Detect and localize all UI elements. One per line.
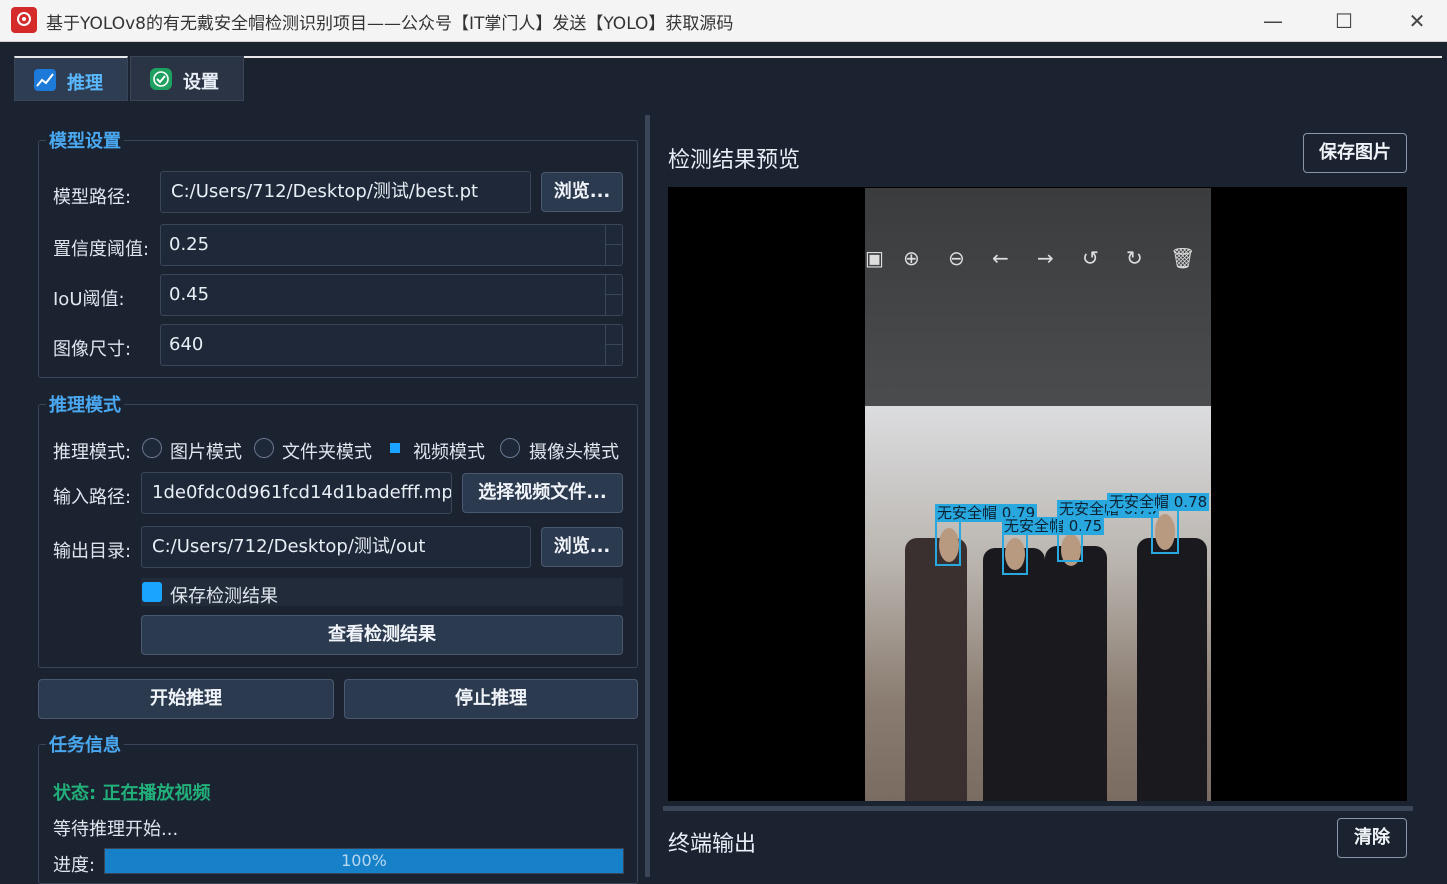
conf-threshold-label: 置信度阈值:: [53, 239, 150, 260]
arrow-right-icon: →: [1037, 246, 1054, 270]
window-title: 基于YOLOv8的有无戴安全帽检测识别项目——公众号【IT掌门人】发送【YOLO…: [46, 14, 734, 34]
radio-camera-mode-label[interactable]: 摄像头模式: [529, 438, 619, 464]
radio-video-mode-label[interactable]: 视频模式: [413, 438, 485, 464]
photo-screen-area: [865, 188, 1211, 406]
radio-image-mode[interactable]: [142, 438, 162, 458]
progress-bar: 100%: [104, 848, 624, 874]
output-browse-button[interactable]: 浏览...: [541, 527, 623, 567]
tab-settings[interactable]: 设置: [130, 56, 244, 101]
zoom-in-icon: ⊕: [903, 246, 920, 270]
fit-icon: ▣: [865, 246, 884, 270]
save-image-button[interactable]: 保存图片: [1303, 133, 1407, 173]
input-path-label: 输入路径:: [53, 487, 132, 508]
title-bar: 基于YOLOv8的有无戴安全帽检测识别项目——公众号【IT掌门人】发送【YOLO…: [0, 0, 1447, 42]
output-dir-field[interactable]: C:/Users/712/Desktop/测试/out: [141, 526, 531, 568]
arrow-left-icon: ←: [992, 246, 1009, 270]
model-browse-button[interactable]: 浏览...: [541, 172, 623, 212]
model-path-label: 模型路径:: [53, 187, 132, 208]
close-icon[interactable]: ✕: [1404, 8, 1430, 34]
output-dir-label: 输出目录:: [53, 541, 132, 562]
detection-image: ▣ ⊕ ⊖ ← → ↺ ↻ 🗑 无安全帽 0.79 无安全帽 0.75 无安全帽…: [865, 188, 1211, 801]
iou-threshold-label: IoU阈值:: [53, 289, 125, 310]
detection-box: [1151, 504, 1179, 554]
task-info-title: 任务信息: [46, 731, 124, 757]
minimize-icon[interactable]: —: [1260, 8, 1286, 34]
image-size-value: 640: [169, 334, 204, 355]
rotate-left-icon: ↺: [1082, 246, 1099, 270]
detection-label: 无安全帽 0.78: [1107, 493, 1210, 511]
status-text: 状态: 正在播放视频: [53, 783, 211, 804]
radio-folder-mode[interactable]: [254, 438, 274, 458]
radio-video-mode[interactable]: [390, 443, 400, 453]
conf-spin-arrows[interactable]: [605, 225, 623, 265]
detection-box: [1057, 518, 1083, 562]
image-size-label: 图像尺寸:: [53, 339, 132, 360]
app-logo-icon: [11, 7, 37, 33]
rotate-right-icon: ↻: [1126, 246, 1143, 270]
model-settings-title: 模型设置: [46, 127, 124, 153]
radio-camera-mode[interactable]: [500, 438, 520, 458]
checkmark-icon: [150, 68, 172, 90]
preview-title: 检测结果预览: [668, 148, 801, 173]
tab-settings-label: 设置: [183, 72, 219, 93]
inference-mode-title: 推理模式: [46, 391, 124, 417]
progress-text: 100%: [341, 851, 387, 870]
conf-threshold-value: 0.25: [169, 234, 210, 255]
status-message: 等待推理开始...: [53, 819, 179, 840]
image-size-spin-arrows[interactable]: [605, 325, 623, 365]
person-figure: [983, 548, 1045, 801]
iou-threshold-value: 0.45: [169, 284, 210, 305]
detection-box: [1002, 533, 1028, 575]
tab-inference-label: 推理: [67, 73, 103, 94]
progress-label: 进度:: [53, 855, 96, 876]
chart-icon: [34, 69, 56, 91]
image-size-spinbox[interactable]: 640: [160, 324, 623, 366]
iou-spin-arrows[interactable]: [605, 275, 623, 315]
zoom-out-icon: ⊖: [948, 246, 965, 270]
trash-icon: 🗑: [1170, 246, 1196, 270]
select-video-button[interactable]: 选择视频文件...: [462, 473, 623, 513]
preview-area: ▣ ⊕ ⊖ ← → ↺ ↻ 🗑 无安全帽 0.79 无安全帽 0.75 无安全帽…: [668, 187, 1407, 801]
preview-terminal-splitter[interactable]: [663, 806, 1413, 811]
view-results-button[interactable]: 查看检测结果: [141, 615, 623, 655]
maximize-icon[interactable]: ☐: [1331, 8, 1357, 34]
start-inference-button[interactable]: 开始推理: [38, 679, 334, 719]
input-path-field[interactable]: 1de0fdc0d961fcd14d1badefff.mp4: [141, 472, 452, 514]
save-results-checkbox[interactable]: [142, 582, 162, 602]
panel-splitter[interactable]: [645, 115, 650, 877]
model-path-input[interactable]: C:/Users/712/Desktop/测试/best.pt: [160, 171, 531, 213]
mode-label: 推理模式:: [53, 442, 132, 463]
detection-box: [935, 520, 961, 566]
radio-image-mode-label[interactable]: 图片模式: [170, 438, 242, 464]
save-results-label[interactable]: 保存检测结果: [170, 582, 278, 608]
radio-folder-mode-label[interactable]: 文件夹模式: [282, 438, 372, 464]
terminal-title: 终端输出: [668, 832, 757, 857]
person-figure: [905, 538, 967, 801]
stop-inference-button[interactable]: 停止推理: [344, 679, 638, 719]
tab-bar-line: [240, 56, 1442, 58]
tab-inference[interactable]: 推理: [14, 56, 128, 101]
conf-threshold-spinbox[interactable]: 0.25: [160, 224, 623, 266]
clear-terminal-button[interactable]: 清除: [1337, 818, 1407, 858]
person-figure: [1137, 538, 1207, 801]
person-figure: [1045, 546, 1107, 801]
iou-threshold-spinbox[interactable]: 0.45: [160, 274, 623, 316]
detection-label: 无安全帽 0.75: [1002, 517, 1105, 535]
